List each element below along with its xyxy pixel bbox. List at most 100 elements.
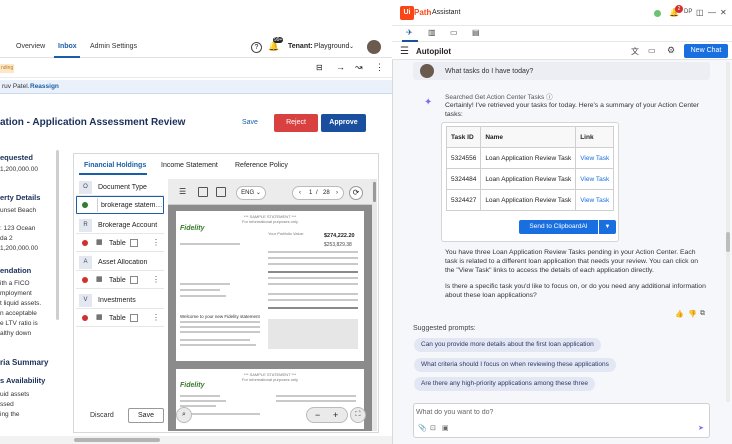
hamburger-menu-icon[interactable]: ☰ bbox=[179, 187, 186, 196]
arrow-right-icon[interactable]: → bbox=[336, 62, 345, 72]
view-task-link[interactable]: View Task bbox=[575, 189, 615, 211]
view-task-link[interactable]: View Task bbox=[575, 147, 615, 169]
approve-button[interactable]: Approve bbox=[321, 114, 366, 132]
translate-icon[interactable]: 文 bbox=[631, 46, 639, 57]
discard-button[interactable]: Discard bbox=[90, 412, 114, 419]
chevron-down-icon[interactable]: ⌄ bbox=[349, 43, 354, 50]
field-asset-allocation[interactable]: A Asset Allocation bbox=[76, 254, 164, 271]
tab-admin-settings[interactable]: Admin Settings bbox=[90, 43, 137, 50]
reassign-link[interactable]: Reassign bbox=[30, 83, 59, 90]
confirm-checkbox[interactable] bbox=[130, 276, 138, 284]
task-id-cell: 5324484 bbox=[445, 168, 482, 190]
horizontal-scrollbar-thumb[interactable] bbox=[74, 438, 160, 442]
horizontal-scrollbar[interactable] bbox=[0, 436, 392, 444]
tab-overview[interactable]: Overview bbox=[16, 43, 45, 50]
pdf-scrollbar-thumb[interactable] bbox=[373, 182, 376, 202]
autopilot-title: Autopilot bbox=[416, 47, 452, 56]
minimize-icon[interactable]: — bbox=[708, 8, 716, 17]
zoom-in-icon[interactable]: + bbox=[333, 408, 338, 422]
screenshot-icon[interactable]: ⊡ bbox=[430, 424, 436, 432]
autopilot-mode-icon[interactable]: ✈ bbox=[406, 28, 413, 37]
more-vertical-icon[interactable]: ⋮ bbox=[152, 238, 160, 247]
zoom-out-icon[interactable]: − bbox=[315, 408, 320, 422]
save-link[interactable]: Save bbox=[242, 119, 258, 126]
recommendation-line: t liquid assets. bbox=[0, 300, 42, 307]
chevron-down-icon[interactable]: ▼ bbox=[599, 220, 616, 234]
text-line bbox=[268, 299, 358, 301]
tab-income-statement[interactable]: Income Statement bbox=[161, 162, 218, 169]
new-chat-button[interactable]: New Chat bbox=[684, 44, 728, 58]
attach-icon[interactable]: 📎 bbox=[418, 424, 427, 432]
more-vertical-icon[interactable]: ⋮ bbox=[152, 313, 160, 322]
pdf-scrollbar[interactable] bbox=[372, 179, 377, 431]
language-select[interactable]: ENG ⌄ bbox=[236, 186, 266, 200]
info-icon[interactable]: ⓘ bbox=[546, 94, 553, 101]
text-line bbox=[180, 344, 256, 346]
text-line bbox=[180, 413, 260, 415]
status-badge: nding bbox=[0, 64, 14, 73]
tab-reference-policy[interactable]: Reference Policy bbox=[235, 162, 288, 169]
confirm-checkbox[interactable] bbox=[130, 239, 138, 247]
close-icon[interactable]: ✕ bbox=[720, 8, 727, 17]
image-icon[interactable]: ▣ bbox=[442, 424, 449, 432]
field-brokerage-account[interactable]: R Brokerage Account bbox=[76, 217, 164, 234]
field-label: Table bbox=[109, 315, 126, 322]
field-document-type[interactable]: O Document Type bbox=[76, 179, 164, 196]
menu-icon[interactable]: ☰ bbox=[400, 46, 409, 57]
thumbs-up-icon[interactable]: 👍 bbox=[675, 310, 684, 318]
apps-icon[interactable]: ▥ bbox=[428, 28, 436, 37]
table-row: 5324427 Loan Application Review Task Vie… bbox=[445, 189, 615, 211]
send-icon[interactable]: ➤ bbox=[698, 424, 704, 432]
field-investments[interactable]: V Investments bbox=[76, 292, 164, 309]
chat-input[interactable] bbox=[416, 406, 704, 418]
search-icon[interactable]: ⌕ bbox=[176, 407, 192, 423]
feedback-icon[interactable]: ▭ bbox=[648, 46, 656, 55]
send-to-clipboardai-button[interactable]: Send to ClipboardAI bbox=[519, 220, 598, 234]
recommendation-line: n acceptable bbox=[0, 310, 37, 317]
confirm-checkbox[interactable] bbox=[130, 314, 138, 322]
prev-page-icon[interactable]: ‹ bbox=[299, 187, 301, 199]
tab-financial-holdings[interactable]: Financial Holdings bbox=[84, 162, 146, 169]
field-investments-table[interactable]: ▦ Table ⋮ bbox=[76, 310, 164, 327]
document-type-input[interactable]: brokerage statement bbox=[76, 196, 164, 214]
view-task-link[interactable]: View Task bbox=[575, 168, 615, 190]
user-initials[interactable]: DP bbox=[684, 9, 692, 15]
skip-icon[interactable]: ↝ bbox=[355, 62, 363, 73]
summary-box bbox=[268, 319, 358, 349]
summary-scrollbar[interactable] bbox=[56, 150, 59, 320]
help-icon[interactable]: ? bbox=[251, 42, 262, 53]
chat-scrollbar-thumb[interactable] bbox=[726, 232, 730, 252]
avatar[interactable] bbox=[367, 40, 381, 54]
chevron-down-icon: ⌄ bbox=[255, 190, 261, 196]
more-vertical-icon[interactable]: ⋮ bbox=[375, 62, 384, 73]
thumbs-down-icon[interactable]: 👎 bbox=[688, 310, 697, 318]
task-name-cell: Loan Application Review Task bbox=[480, 189, 577, 211]
next-page-icon[interactable]: › bbox=[336, 187, 338, 199]
suggested-prompt-chip[interactable]: What criteria should I focus on when rev… bbox=[414, 358, 616, 372]
calendar-icon[interactable]: ▤ bbox=[472, 28, 480, 37]
field-brokerage-table[interactable]: ▦ Table ⋮ bbox=[76, 235, 164, 252]
save-button[interactable]: Save bbox=[128, 408, 164, 423]
text-line bbox=[180, 283, 230, 285]
tenant-selector[interactable]: Playground bbox=[314, 43, 349, 50]
image-icon[interactable] bbox=[198, 187, 208, 197]
tasks-icon[interactable]: ▭ bbox=[450, 28, 458, 37]
tasks-table: Task ID Name Link 5324556 Loan Applicati… bbox=[445, 126, 615, 211]
copy-icon[interactable]: ⧉ bbox=[700, 310, 705, 318]
suggested-prompt-chip[interactable]: Can you provide more details about the f… bbox=[414, 338, 601, 352]
suggested-prompt-chip[interactable]: Are there any high-priority applications… bbox=[414, 377, 595, 391]
tab-inbox[interactable]: Inbox bbox=[58, 43, 77, 50]
fullscreen-icon[interactable]: ⛶ bbox=[350, 407, 366, 423]
current-page-number[interactable]: 1 bbox=[309, 187, 312, 199]
rotate-icon[interactable]: ⟳ bbox=[349, 186, 363, 200]
text-select-icon[interactable] bbox=[216, 187, 226, 197]
dock-icon[interactable]: ◫ bbox=[696, 8, 704, 17]
gear-icon[interactable]: ⚙ bbox=[667, 45, 675, 56]
more-vertical-icon[interactable]: ⋮ bbox=[152, 275, 160, 284]
reject-button[interactable]: Reject bbox=[274, 114, 318, 132]
save-to-icon[interactable]: ⊟ bbox=[316, 63, 323, 72]
uipath-wordmark: Path bbox=[414, 8, 432, 17]
welcome-text: Welcome to your new Fidelity statement bbox=[180, 314, 260, 319]
field-asset-table[interactable]: ▦ Table ⋮ bbox=[76, 272, 164, 289]
table-icon: ▦ bbox=[96, 276, 103, 283]
